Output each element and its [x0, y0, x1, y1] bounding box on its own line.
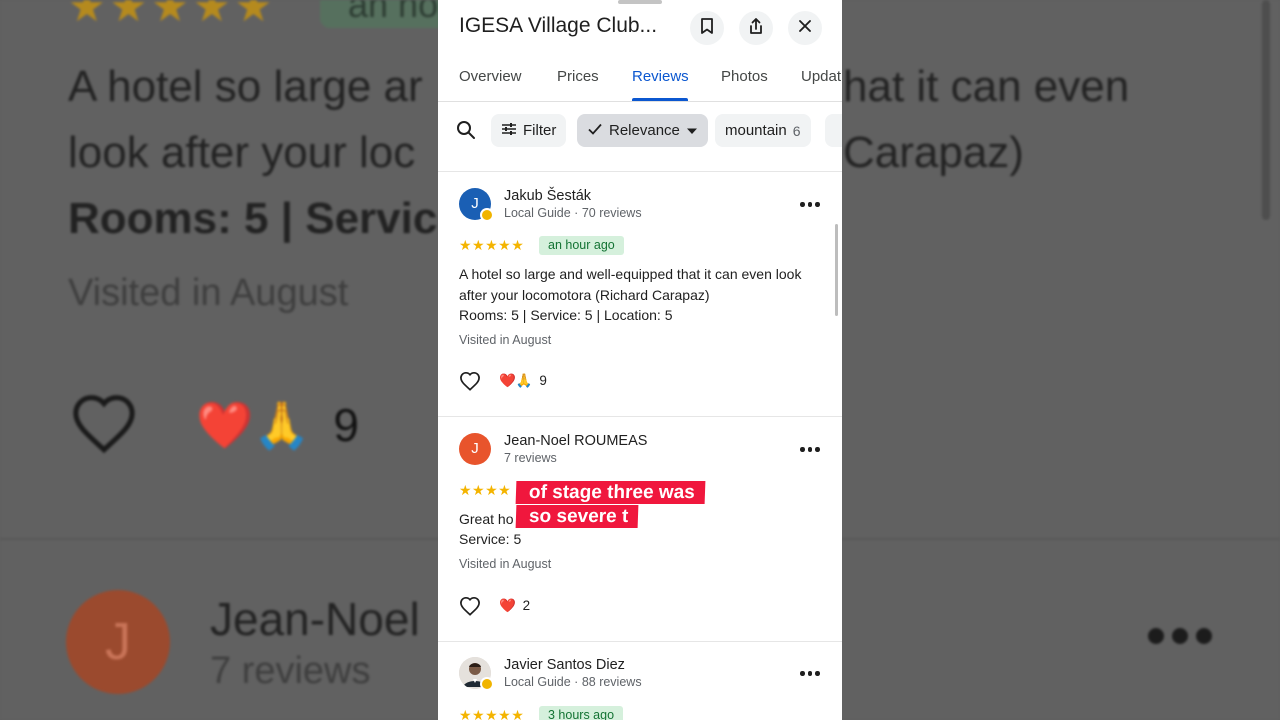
tune-icon [501, 122, 517, 140]
topic-chip-next[interactable] [825, 114, 842, 147]
tab-photos[interactable]: Photos [721, 68, 768, 85]
tab-bar: Overview Prices Reviews Photos Updat [438, 58, 842, 102]
background-visited: Visited in August [68, 272, 349, 314]
review-card: J Jean-Noel ROUMEAS 7 reviews ★★★★ Great… [438, 416, 842, 641]
visited-date: Visited in August [459, 557, 552, 571]
review-ratings: Service: 5 [459, 531, 522, 547]
background-text-line: Rooms: 5 | Servic [68, 194, 438, 243]
tab-prices[interactable]: Prices [557, 68, 599, 85]
review-card: J Jakub Šesták Local Guide · 70 reviews … [438, 171, 842, 416]
reviewer-meta: Local Guide · 70 reviews [504, 206, 642, 220]
dropdown-arrow-icon [686, 122, 698, 139]
more-options-icon[interactable] [800, 202, 820, 207]
background-text-line: A hotel so large ar [68, 62, 423, 111]
filter-label: Filter [523, 122, 557, 139]
star-rating: ★★★★★ [459, 707, 525, 720]
save-button[interactable] [690, 11, 724, 45]
star-rating: ★★★★ [459, 482, 512, 498]
check-icon [587, 122, 603, 140]
scrollbar[interactable] [835, 224, 838, 316]
sort-label: Relevance [609, 122, 680, 139]
topic-count: 6 [792, 122, 801, 139]
reviewer-meta: Local Guide · 88 reviews [504, 675, 642, 689]
bookmark-icon [699, 17, 715, 40]
avatar[interactable]: J [459, 188, 494, 222]
topic-chip-mountain[interactable]: mountain 6 [715, 114, 811, 147]
reactions[interactable]: ❤️ 2 [499, 598, 530, 614]
review-time-badge: an hour ago [539, 236, 624, 255]
close-icon [798, 19, 812, 38]
background-avatar: J [66, 590, 170, 694]
caption-line-1: of stage three was [515, 481, 706, 504]
filter-chip[interactable]: Filter [491, 114, 567, 147]
review-card: Javier Santos Diez Local Guide · 88 revi… [438, 641, 842, 720]
place-sheet: IGESA Village Club... Overview Prices Re… [438, 0, 842, 720]
reaction-count: 9 [539, 373, 547, 388]
more-options-icon[interactable] [800, 447, 820, 452]
background-reaction-emoji: ❤️🙏 [196, 399, 311, 451]
avatar-letter: J [471, 195, 479, 212]
avatar-letter: J [471, 440, 479, 457]
local-guide-badge-icon [480, 677, 494, 691]
background-name: Jean-Noel [210, 593, 420, 645]
like-button[interactable] [459, 371, 481, 396]
background-heart-icon [70, 392, 138, 459]
share-button[interactable] [739, 11, 773, 45]
background-more-icon [1148, 628, 1212, 644]
review-ratings: Rooms: 5 | Service: 5 | Location: 5 [459, 307, 673, 323]
reviewer-name[interactable]: Javier Santos Diez [504, 657, 625, 673]
reviewer-meta: 7 reviews [504, 451, 557, 465]
topic-label: mountain [725, 122, 787, 139]
background-reaction-count: 9 [333, 399, 359, 451]
place-title: IGESA Village Club... [459, 14, 658, 37]
reviewer-name[interactable]: Jakub Šesták [504, 188, 591, 204]
heart-outline-icon [459, 596, 481, 620]
like-button[interactable] [459, 596, 481, 621]
search-icon[interactable] [456, 120, 476, 145]
reviewer-name[interactable]: Jean-Noel ROUMEAS [504, 433, 647, 449]
reaction-emoji: ❤️🙏 [499, 373, 533, 388]
caption-line-2: so severe t [515, 505, 639, 528]
background-text-line: hat it can even [843, 62, 1130, 111]
reaction-count: 2 [522, 598, 531, 613]
reactions[interactable]: ❤️🙏 9 [499, 373, 547, 389]
avatar[interactable] [459, 657, 494, 691]
active-tab-indicator [632, 98, 688, 101]
tab-overview[interactable]: Overview [459, 68, 522, 85]
visited-date: Visited in August [459, 333, 552, 347]
heart-outline-icon [459, 371, 481, 395]
more-options-icon[interactable] [800, 671, 820, 676]
review-time-badge: 3 hours ago [539, 706, 624, 720]
tab-reviews[interactable]: Reviews [632, 68, 689, 85]
avatar[interactable]: J [459, 433, 491, 465]
background-reactions: ❤️🙏 9 [196, 398, 359, 453]
background-text-line: Carapaz) [843, 128, 1024, 177]
local-guide-badge-icon [480, 208, 494, 222]
star-rating: ★★★★★ [459, 237, 525, 253]
background-sub: 7 reviews [210, 650, 371, 692]
background-text-line: look after your loc [68, 128, 416, 177]
sort-chip[interactable]: Relevance [577, 114, 708, 147]
drag-handle[interactable] [618, 0, 662, 4]
background-scrollbar [1262, 0, 1270, 220]
background-stars: ★★★★★ [68, 0, 277, 30]
review-text: A hotel so large and well-equipped that … [459, 266, 802, 303]
review-filter-chips: Filter Relevance mountain 6 [438, 112, 842, 150]
review-text: Great ho [459, 511, 514, 527]
close-button[interactable] [788, 11, 822, 45]
share-icon [748, 17, 764, 40]
reaction-emoji: ❤️ [499, 598, 516, 613]
tab-updates[interactable]: Updat [801, 68, 841, 85]
